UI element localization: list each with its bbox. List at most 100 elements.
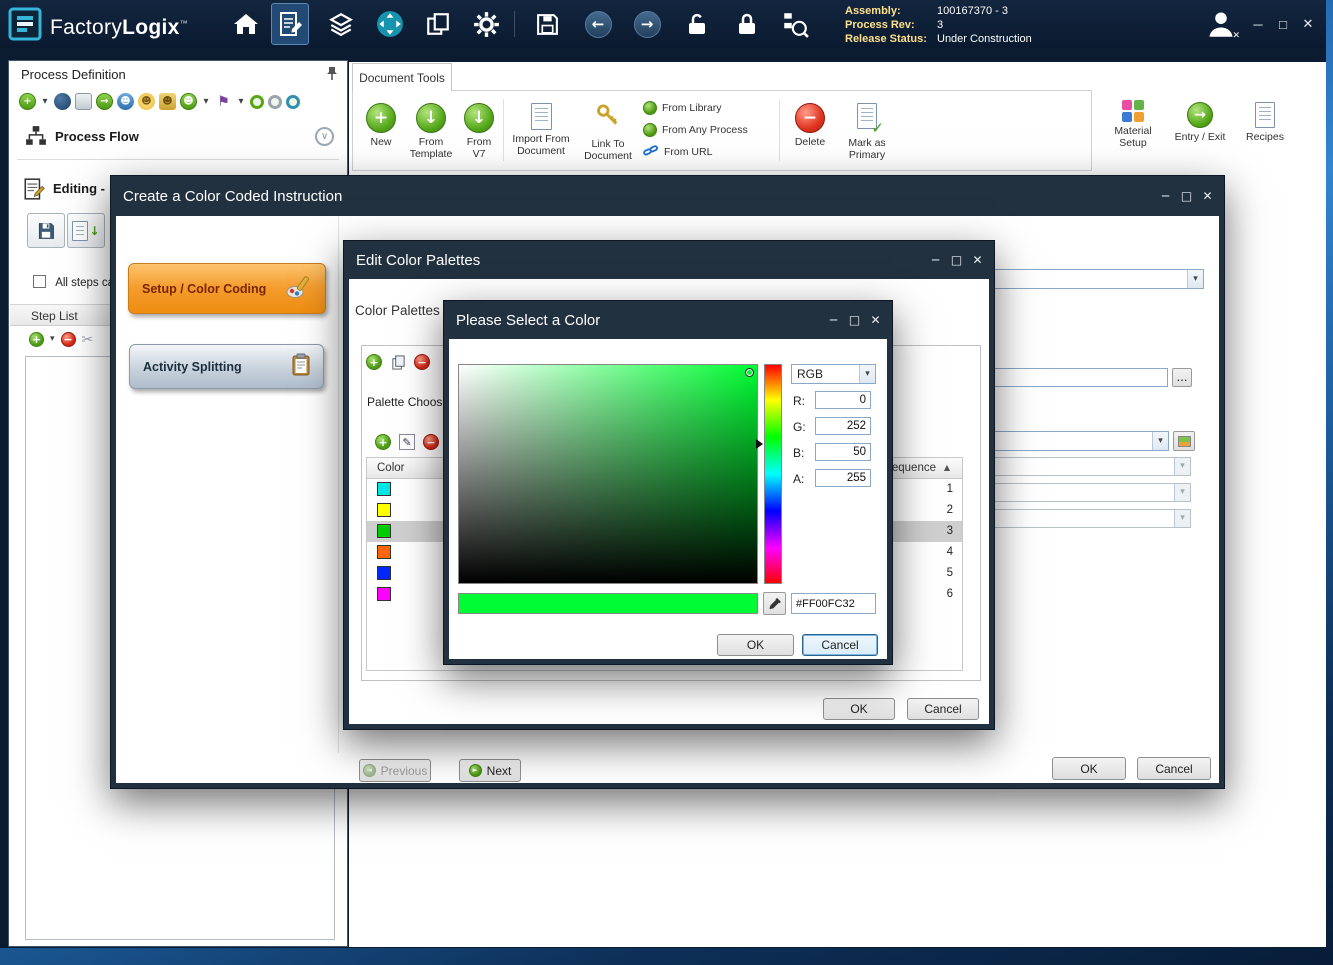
find-user-icon[interactable]: ☻ bbox=[117, 93, 134, 110]
close-icon[interactable]: ✕ bbox=[967, 254, 988, 266]
flag-icon[interactable]: ⚑ bbox=[215, 93, 232, 110]
color-mode-combobox[interactable]: RGB ▾ bbox=[791, 364, 876, 384]
pin-icon[interactable] bbox=[325, 66, 339, 86]
minimize-icon[interactable]: ─ bbox=[823, 314, 844, 326]
activity-splitting-nav-button[interactable]: Activity Splitting bbox=[129, 344, 324, 389]
sv-selector-ring[interactable] bbox=[745, 368, 754, 377]
cut-step-icon[interactable]: ✂ bbox=[82, 333, 94, 347]
layers-button[interactable] bbox=[322, 6, 360, 42]
from-any-process-button[interactable]: From Any Process bbox=[643, 119, 748, 141]
recipes-button[interactable]: Recipes bbox=[1239, 102, 1291, 143]
dropdown-caret-icon[interactable]: ▾ bbox=[40, 93, 50, 110]
process-definition-button[interactable] bbox=[271, 3, 309, 45]
app-close-button[interactable]: ✕ bbox=[1296, 0, 1320, 48]
green-channel-input[interactable]: 252 bbox=[815, 417, 871, 435]
link-to-document-button[interactable]: Link ToDocument bbox=[579, 103, 637, 162]
entry-exit-button[interactable]: → Entry / Exit bbox=[1167, 102, 1233, 143]
add-color-icon[interactable]: + bbox=[375, 434, 391, 450]
minimize-icon[interactable]: ─ bbox=[1155, 190, 1176, 202]
process-search-button[interactable] bbox=[776, 6, 814, 42]
brow-button[interactable]: … bbox=[1172, 368, 1192, 387]
remove-step-icon[interactable]: − bbox=[61, 332, 76, 347]
ok-button[interactable]: OK bbox=[823, 698, 895, 720]
next-button[interactable]: ► Next bbox=[459, 759, 521, 782]
tab-document-tools[interactable]: Document Tools bbox=[352, 63, 452, 91]
dropdown-caret-icon[interactable]: ▾ bbox=[236, 93, 246, 110]
dropdown-caret-icon[interactable]: ▾ bbox=[201, 93, 211, 110]
unlock-button[interactable] bbox=[678, 6, 716, 42]
delete-palette-icon[interactable]: − bbox=[414, 354, 430, 370]
back-arrow-icon: ← bbox=[585, 11, 612, 38]
nav-panel-divider bbox=[338, 216, 339, 753]
editing-label: Editing - bbox=[53, 181, 105, 196]
import-template-button[interactable]: ↓ bbox=[67, 213, 105, 248]
delete-document-button[interactable]: − Delete bbox=[787, 103, 833, 148]
close-icon[interactable]: ✕ bbox=[1197, 190, 1218, 202]
status-blue-icon[interactable] bbox=[286, 95, 300, 109]
from-template-button[interactable]: ↓ FromTemplate bbox=[405, 103, 457, 160]
home-button[interactable] bbox=[227, 6, 265, 42]
key-icon[interactable]: ☻ bbox=[159, 93, 176, 110]
close-icon[interactable]: ✕ bbox=[865, 314, 886, 326]
copy-palette-icon[interactable] bbox=[390, 354, 406, 370]
color-column-header[interactable]: Color bbox=[377, 462, 404, 474]
mark-as-primary-button[interactable]: ✓ Mark asPrimary bbox=[839, 103, 895, 161]
cancel-button[interactable]: Cancel bbox=[802, 634, 878, 656]
edit-color-icon[interactable]: ✎ bbox=[399, 434, 415, 450]
app-maximize-button[interactable]: □ bbox=[1271, 0, 1295, 48]
from-url-button[interactable]: From URL bbox=[643, 141, 748, 163]
save-button[interactable] bbox=[528, 6, 566, 42]
cancel-button[interactable]: Cancel bbox=[1137, 757, 1211, 780]
globe-icon[interactable] bbox=[54, 93, 71, 110]
maximize-icon[interactable]: □ bbox=[844, 314, 865, 326]
forward-button[interactable]: → bbox=[628, 6, 666, 42]
material-setup-button[interactable]: MaterialSetup bbox=[1104, 100, 1162, 149]
eyedropper-button[interactable] bbox=[763, 592, 786, 615]
add-step-caret-icon[interactable]: ▾ bbox=[50, 335, 55, 344]
remove-color-icon[interactable]: − bbox=[423, 434, 439, 450]
blue-channel-label: B: bbox=[793, 446, 804, 460]
alpha-channel-input[interactable]: 255 bbox=[815, 469, 871, 487]
setup-color-coding-nav-button[interactable]: Setup / Color Coding bbox=[128, 263, 326, 314]
red-channel-input[interactable]: 0 bbox=[815, 391, 871, 409]
back-button[interactable]: ← bbox=[579, 6, 617, 42]
add-icon[interactable]: + bbox=[19, 93, 36, 110]
maximize-icon[interactable]: □ bbox=[1176, 190, 1197, 202]
add-step-icon[interactable]: + bbox=[29, 332, 44, 347]
print-icon[interactable] bbox=[75, 93, 92, 110]
user-icon[interactable]: ☻ bbox=[138, 93, 155, 110]
status-green-icon[interactable] bbox=[250, 95, 264, 109]
app-minimize-button[interactable]: ─ bbox=[1246, 0, 1270, 48]
save-process-button[interactable] bbox=[27, 213, 65, 248]
add-palette-icon[interactable]: + bbox=[366, 354, 382, 370]
dialog-titlebar[interactable]: Create a Color Coded Instruction bbox=[111, 176, 1224, 216]
hue-slider-marker[interactable] bbox=[756, 439, 763, 449]
ok-button[interactable]: OK bbox=[1052, 757, 1126, 780]
image-button[interactable] bbox=[1173, 431, 1195, 451]
minimize-icon[interactable]: ─ bbox=[925, 254, 946, 266]
maximize-icon[interactable]: □ bbox=[946, 254, 967, 266]
user-logout-button[interactable]: ✕ bbox=[1202, 6, 1240, 42]
from-library-button[interactable]: From Library bbox=[643, 97, 748, 119]
settings-gear-button[interactable] bbox=[467, 6, 505, 42]
hue-slider[interactable] bbox=[764, 364, 782, 584]
users-icon[interactable]: ☻ bbox=[180, 93, 197, 110]
sync-button[interactable] bbox=[371, 6, 409, 42]
blue-channel-input[interactable]: 50 bbox=[815, 443, 871, 461]
hex-value-input[interactable]: #FF00FC32 bbox=[791, 593, 876, 614]
saturation-value-picker[interactable] bbox=[458, 364, 758, 584]
status-gray-icon[interactable] bbox=[268, 95, 282, 109]
from-v7-button[interactable]: ↓ FromV7 bbox=[459, 103, 499, 160]
cancel-button[interactable]: Cancel bbox=[907, 698, 979, 720]
new-document-button[interactable]: + New bbox=[361, 103, 401, 148]
export-icon[interactable]: → bbox=[96, 93, 113, 110]
dialog-titlebar[interactable]: Edit Color Palettes bbox=[344, 241, 994, 279]
previous-button[interactable]: ◄ Previous bbox=[359, 759, 431, 782]
import-from-document-button[interactable]: Import FromDocument bbox=[509, 103, 573, 157]
collapse-section-icon[interactable]: ∨ bbox=[315, 127, 334, 146]
palette-toolbar: + − bbox=[366, 354, 430, 370]
lock-button[interactable] bbox=[728, 6, 766, 42]
ok-button[interactable]: OK bbox=[717, 634, 794, 656]
documents-button[interactable] bbox=[419, 6, 457, 42]
all-steps-checkbox[interactable] bbox=[33, 275, 46, 288]
